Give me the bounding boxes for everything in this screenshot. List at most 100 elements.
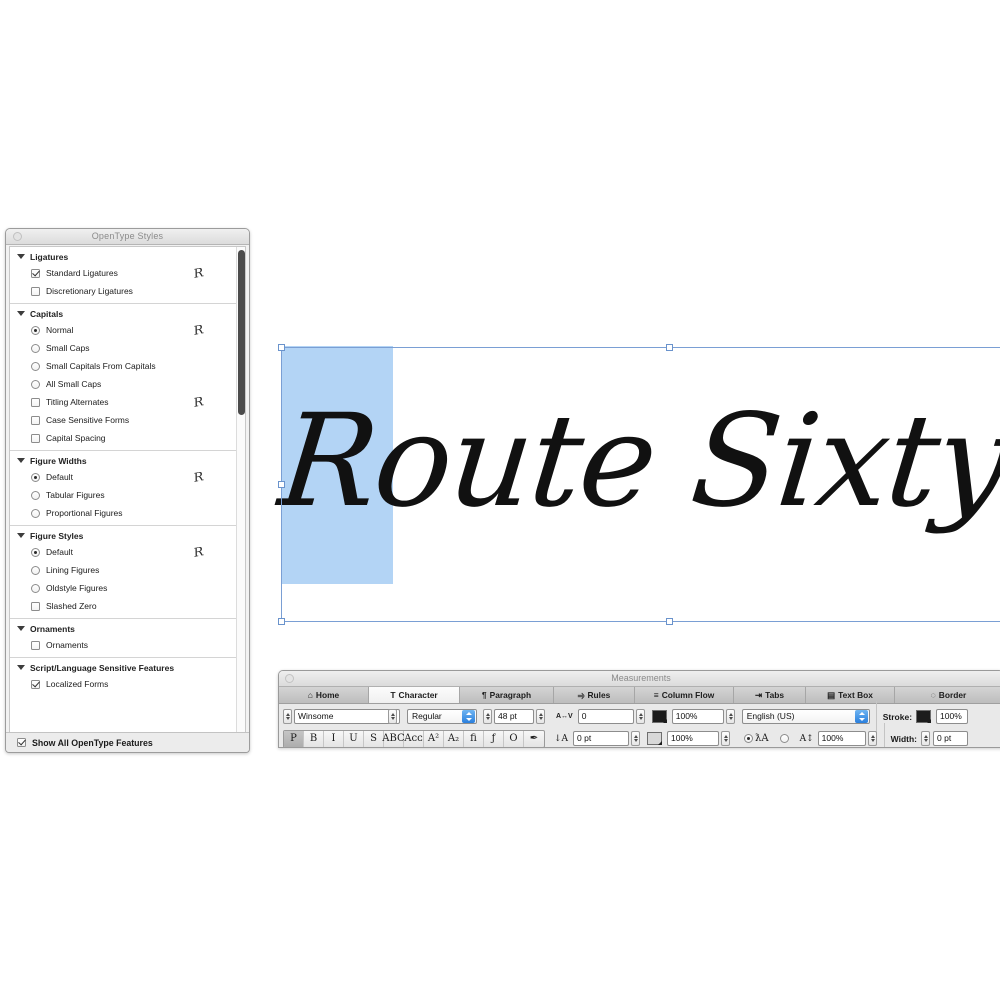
measurements-title-bar[interactable]: Measurements bbox=[279, 671, 1000, 687]
option-radio[interactable] bbox=[31, 508, 40, 518]
selection-handle-bottom-left[interactable] bbox=[278, 618, 285, 625]
font-style-popup[interactable]: Regular bbox=[407, 709, 477, 724]
option-checkbox[interactable] bbox=[31, 433, 40, 443]
ligature-button[interactable]: fi bbox=[464, 730, 484, 747]
opentype-group-header[interactable]: Figure Styles bbox=[10, 528, 245, 543]
opentype-scrollbar-thumb[interactable] bbox=[238, 250, 245, 415]
scale-mode-radio-fixed[interactable] bbox=[779, 734, 789, 743]
superscript-button[interactable]: A² bbox=[424, 730, 444, 747]
small-caps-button[interactable]: Aᴄᴄ bbox=[404, 730, 424, 747]
option-radio[interactable] bbox=[31, 361, 40, 371]
opentype-option-row[interactable]: Normal R bbox=[10, 321, 245, 339]
option-checkbox[interactable] bbox=[31, 415, 40, 425]
opentype-group-header[interactable]: Script/Language Sensitive Features bbox=[10, 660, 245, 675]
font-family-popup-stepper[interactable] bbox=[388, 709, 397, 724]
opentype-option-row[interactable]: Small Caps bbox=[10, 339, 245, 357]
opentype-option-row[interactable]: Default R bbox=[10, 468, 245, 486]
baseline-shift-stepper[interactable] bbox=[631, 731, 641, 746]
all-caps-button[interactable]: ABC bbox=[382, 730, 405, 747]
font-family-field[interactable]: Winsome bbox=[294, 709, 400, 724]
option-checkbox[interactable] bbox=[31, 286, 40, 296]
font-script-button[interactable]: ƒ bbox=[484, 730, 504, 747]
disclosure-triangle-icon[interactable] bbox=[17, 626, 25, 631]
option-radio[interactable] bbox=[31, 325, 40, 335]
opentype-option-row[interactable]: Default R bbox=[10, 543, 245, 561]
opentype-group-header[interactable]: Figure Widths bbox=[10, 453, 245, 468]
show-all-opentype-features-row[interactable]: Show All OpenType Features bbox=[6, 732, 249, 752]
option-checkbox[interactable] bbox=[31, 397, 40, 407]
shade-swatch[interactable] bbox=[647, 732, 663, 745]
font-family-stepper[interactable] bbox=[283, 709, 292, 724]
stroke-value-field[interactable]: 100% bbox=[936, 709, 969, 724]
show-all-opentype-features-checkbox[interactable] bbox=[17, 738, 26, 747]
opentype-option-row[interactable]: Tabular Figures bbox=[10, 486, 245, 504]
tab-character[interactable]: T Character bbox=[369, 687, 460, 703]
selection-handle-middle-left[interactable] bbox=[278, 481, 285, 488]
font-size-field[interactable]: 48 pt bbox=[494, 709, 534, 724]
italic-button[interactable]: I bbox=[324, 730, 344, 747]
disclosure-triangle-icon[interactable] bbox=[17, 311, 25, 316]
vertical-scale-field[interactable]: 100% bbox=[667, 731, 720, 746]
strikethrough-button[interactable]: S bbox=[364, 730, 384, 747]
tracking-stepper[interactable] bbox=[635, 709, 645, 724]
opentype-option-row[interactable]: Lining Figures bbox=[10, 561, 245, 579]
opentype-group-header[interactable]: Ligatures bbox=[10, 249, 245, 264]
option-radio[interactable] bbox=[31, 565, 40, 575]
baseline-shift-field[interactable]: 0 pt bbox=[573, 731, 630, 746]
plain-button[interactable]: P bbox=[284, 730, 304, 747]
selection-handle-top-center[interactable] bbox=[666, 344, 673, 351]
language-popup[interactable]: English (US) bbox=[741, 709, 870, 724]
tab-home[interactable]: ⌂ Home bbox=[279, 687, 369, 703]
border-width-stepper[interactable] bbox=[921, 731, 931, 746]
option-radio[interactable] bbox=[31, 343, 40, 353]
disclosure-triangle-icon[interactable] bbox=[17, 254, 25, 259]
disclosure-triangle-icon[interactable] bbox=[17, 665, 25, 670]
selection-handle-top-left[interactable] bbox=[278, 344, 285, 351]
font-size-stepper-right[interactable] bbox=[536, 709, 545, 724]
disclosure-triangle-icon[interactable] bbox=[17, 458, 25, 463]
opentype-option-row[interactable]: Discretionary Ligatures bbox=[10, 282, 245, 300]
opentype-option-row[interactable]: Capital Spacing bbox=[10, 429, 245, 447]
tab-border[interactable]: ◌ Border bbox=[895, 687, 1000, 703]
scale-amount-stepper[interactable] bbox=[867, 731, 877, 746]
opentype-option-row[interactable]: Titling Alternates R bbox=[10, 393, 245, 411]
opentype-panel-title-bar[interactable]: OpenType Styles bbox=[6, 229, 249, 245]
scale-amount-field[interactable]: 100% bbox=[817, 731, 866, 746]
opentype-option-row[interactable]: All Small Caps bbox=[10, 375, 245, 393]
opentype-option-row[interactable]: Slashed Zero bbox=[10, 597, 245, 615]
bold-button[interactable]: B bbox=[304, 730, 324, 747]
option-checkbox[interactable] bbox=[31, 679, 40, 689]
underline-button[interactable]: U bbox=[344, 730, 364, 747]
option-radio[interactable] bbox=[31, 583, 40, 593]
tab-paragraph[interactable]: ¶ Paragraph bbox=[460, 687, 554, 703]
option-radio[interactable] bbox=[31, 547, 40, 557]
shadow-button[interactable]: ✒ bbox=[524, 731, 544, 747]
tab-column-flow[interactable]: ≡ Column Flow bbox=[635, 687, 734, 703]
horizontal-scale-field[interactable]: 100% bbox=[671, 709, 724, 724]
vertical-scale-stepper[interactable] bbox=[721, 731, 731, 746]
opentype-group-header[interactable]: Capitals bbox=[10, 306, 245, 321]
option-radio[interactable] bbox=[31, 379, 40, 389]
option-radio[interactable] bbox=[31, 490, 40, 500]
opentype-option-row[interactable]: Small Capitals From Capitals bbox=[10, 357, 245, 375]
subscript-button[interactable]: A₂ bbox=[444, 730, 464, 747]
tab-tabs[interactable]: ⇥ Tabs bbox=[734, 687, 806, 703]
opentype-option-row[interactable]: Case Sensitive Forms bbox=[10, 411, 245, 429]
stroke-color-swatch[interactable] bbox=[916, 710, 932, 723]
scale-mode-radio-proportional[interactable] bbox=[744, 734, 754, 743]
option-checkbox[interactable] bbox=[31, 601, 40, 611]
opentype-scrollbar[interactable] bbox=[236, 247, 245, 733]
opentype-group-header[interactable]: Ornaments bbox=[10, 621, 245, 636]
tracking-field[interactable]: 0 bbox=[577, 709, 634, 724]
opentype-option-row[interactable]: Localized Forms bbox=[10, 675, 245, 693]
opentype-option-row[interactable]: Proportional Figures bbox=[10, 504, 245, 522]
opentype-option-row[interactable]: Standard Ligatures R bbox=[10, 264, 245, 282]
disclosure-triangle-icon[interactable] bbox=[17, 533, 25, 538]
horizontal-scale-stepper[interactable] bbox=[725, 709, 735, 724]
tab-rules[interactable]: ⥤ Rules bbox=[554, 687, 635, 703]
selection-handle-bottom-center[interactable] bbox=[666, 618, 673, 625]
option-checkbox[interactable] bbox=[31, 640, 40, 650]
option-checkbox[interactable] bbox=[31, 268, 40, 278]
text-color-swatch[interactable] bbox=[651, 710, 667, 723]
tab-text-box[interactable]: ▤ Text Box bbox=[806, 687, 895, 703]
